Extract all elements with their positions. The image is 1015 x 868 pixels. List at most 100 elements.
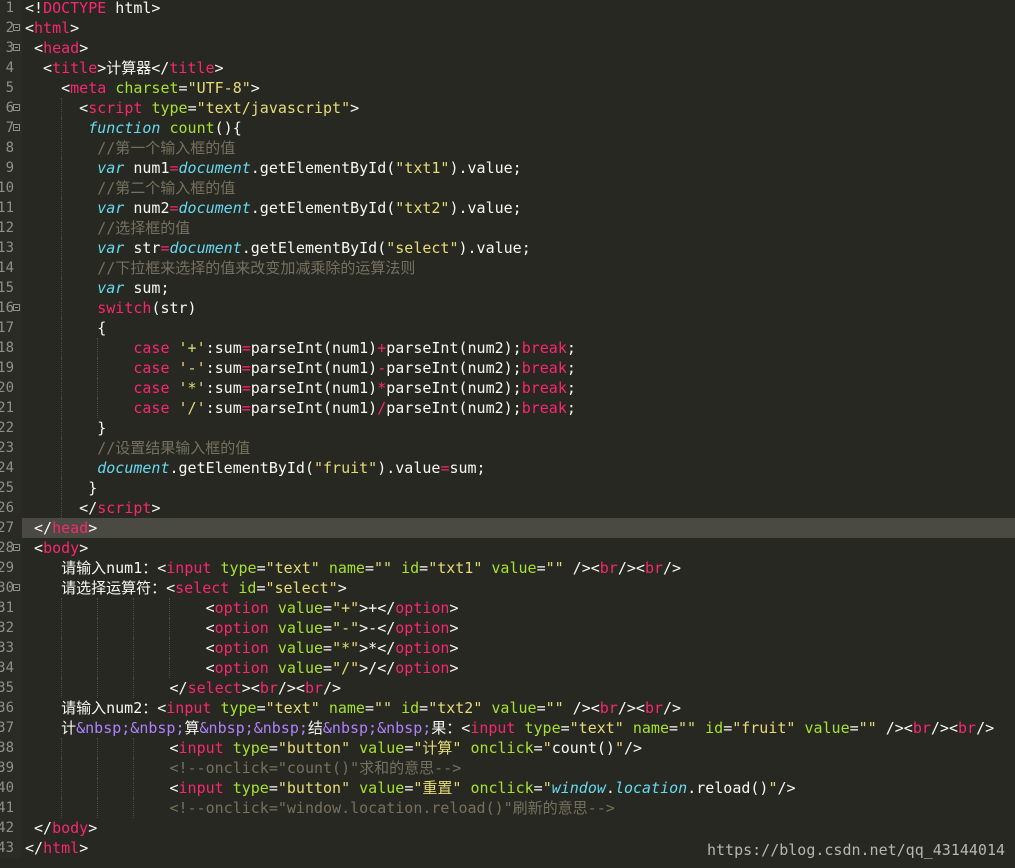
line-number: 16 bbox=[0, 300, 14, 316]
code-token: 请输入num1：< bbox=[25, 559, 167, 577]
code-line[interactable]: 36 请输入num2：<input type="text" name="" id… bbox=[0, 698, 1015, 718]
code-line[interactable]: 16 switch(str) bbox=[0, 298, 1015, 318]
fold-toggle-icon[interactable] bbox=[13, 104, 20, 111]
code-line[interactable]: 8 //第一个输入框的值 bbox=[0, 138, 1015, 158]
code-line[interactable]: 2 <html> bbox=[0, 18, 1015, 38]
indent-guide bbox=[61, 738, 63, 758]
line-number-gutter: 29 bbox=[0, 558, 22, 578]
code-token: = bbox=[533, 779, 543, 797]
code-line[interactable]: 30 请选择运算符：<select id="select"> bbox=[0, 578, 1015, 598]
fold-toggle-icon[interactable] bbox=[13, 304, 20, 311]
code-line[interactable]: 23 //设置结果输入框的值 bbox=[0, 438, 1015, 458]
code-line[interactable]: 34 <option value="/">/</option> bbox=[0, 658, 1015, 678]
code-token: input bbox=[166, 559, 212, 577]
code-token: &nbsp;&nbsp; bbox=[76, 719, 185, 737]
code-token: br bbox=[599, 559, 618, 577]
code-line[interactable]: 1 <!DOCTYPE html> bbox=[0, 0, 1015, 18]
code-text: <option value="+">+</option> bbox=[25, 598, 459, 618]
indent-guide bbox=[61, 258, 63, 278]
code-line[interactable]: 9 var num1=document.getElementById("txt1… bbox=[0, 158, 1015, 178]
code-line[interactable]: 33 <option value="*">*</option> bbox=[0, 638, 1015, 658]
code-line[interactable]: 18 case '+':sum=parseInt(num1)+parseInt(… bbox=[0, 338, 1015, 358]
code-line[interactable]: 6 <script type="text/javascript"> bbox=[0, 98, 1015, 118]
code-line[interactable]: 39 <!--onclick="count()"求和的意思--> bbox=[0, 758, 1015, 778]
code-line[interactable]: 20 case '*':sum=parseInt(num1)*parseInt(… bbox=[0, 378, 1015, 398]
code-line[interactable]: 37 计&nbsp;&nbsp;算&nbsp;&nbsp;结&nbsp;&nbs… bbox=[0, 718, 1015, 738]
code-token: "select" bbox=[265, 579, 338, 597]
code-line[interactable]: 15 var sum; bbox=[0, 278, 1015, 298]
code-editor[interactable]: 1 <!DOCTYPE html> 2 <html> 3 <head> 4 <title>… bbox=[0, 0, 1015, 858]
code-token: > bbox=[449, 639, 459, 657]
code-line[interactable]: 32 <option value="-">-</option> bbox=[0, 618, 1015, 638]
code-token: "UTF-8" bbox=[187, 79, 251, 97]
code-text: </body> bbox=[25, 818, 97, 838]
code-token: case bbox=[133, 399, 170, 417]
indent-guide bbox=[61, 98, 63, 118]
code-text: </head> bbox=[25, 518, 97, 538]
code-line[interactable]: 41 <!--onclick="window.location.reload()… bbox=[0, 798, 1015, 818]
code-token: "txt1" bbox=[395, 159, 450, 177]
code-token: title bbox=[52, 59, 98, 77]
code-line[interactable]: 14 //下拉框来选择的值来改变加减乘除的运算法则 bbox=[0, 258, 1015, 278]
line-number-gutter: 25 bbox=[0, 478, 22, 498]
code-text: var sum; bbox=[25, 278, 169, 298]
code-token: str bbox=[124, 239, 161, 257]
code-token: body bbox=[52, 819, 89, 837]
code-line[interactable]: 28 <body> bbox=[0, 538, 1015, 558]
code-line[interactable]: 17 { bbox=[0, 318, 1015, 338]
code-line[interactable]: 42 </body> bbox=[0, 818, 1015, 838]
code-token: option bbox=[214, 639, 269, 657]
code-line[interactable]: 3 <head> bbox=[0, 38, 1015, 58]
code-token: '+' bbox=[178, 339, 206, 357]
code-token: (){ bbox=[214, 119, 242, 137]
code-line[interactable]: 25 } bbox=[0, 478, 1015, 498]
code-token: = bbox=[404, 739, 414, 757]
line-number-gutter: 2 bbox=[0, 18, 22, 38]
code-line[interactable]: 5 <meta charset="UTF-8"> bbox=[0, 78, 1015, 98]
code-token: ; bbox=[566, 359, 576, 377]
fold-toggle-icon[interactable] bbox=[13, 24, 20, 31]
code-line[interactable]: 27 </head> bbox=[0, 518, 1015, 538]
code-token: .reload() bbox=[687, 779, 769, 797]
code-token: parseInt(num2); bbox=[386, 359, 522, 377]
code-line[interactable]: 26 </script> bbox=[0, 498, 1015, 518]
indent-guide bbox=[97, 658, 99, 678]
code-token: parseInt(num2); bbox=[386, 399, 522, 417]
code-token: </ bbox=[25, 519, 53, 537]
fold-toggle-icon[interactable] bbox=[13, 544, 20, 551]
code-line[interactable]: 13 var str=document.getElementById("sele… bbox=[0, 238, 1015, 258]
code-token: " bbox=[542, 779, 552, 797]
code-line[interactable]: 7 function count(){ bbox=[0, 118, 1015, 138]
code-line[interactable]: 24 document.getElementById("fruit").valu… bbox=[0, 458, 1015, 478]
code-line[interactable]: 35 </select><br/><br/> bbox=[0, 678, 1015, 698]
fold-toggle-icon[interactable] bbox=[13, 44, 20, 51]
code-line[interactable]: 12 //选择框的值 bbox=[0, 218, 1015, 238]
code-token: > bbox=[250, 79, 260, 97]
line-number-gutter: 28 bbox=[0, 538, 22, 558]
line-number-gutter: 32 bbox=[0, 618, 22, 638]
code-line[interactable]: 38 <input type="button" value="计算" oncli… bbox=[0, 738, 1015, 758]
line-number: 31 bbox=[0, 600, 14, 616]
fold-toggle-icon[interactable] bbox=[13, 124, 20, 131]
code-line[interactable]: 40 <input type="button" value="重置" oncli… bbox=[0, 778, 1015, 798]
line-number: 13 bbox=[0, 240, 14, 256]
code-line[interactable]: 29 请输入num1：<input type="text" name="" id… bbox=[0, 558, 1015, 578]
code-token: "fruit" bbox=[732, 719, 796, 737]
code-line[interactable]: 22 } bbox=[0, 418, 1015, 438]
code-token: ).value; bbox=[458, 239, 531, 257]
code-line[interactable]: 11 var num2=document.getElementById("txt… bbox=[0, 198, 1015, 218]
code-line[interactable]: 21 case '/':sum=parseInt(num1)/parseInt(… bbox=[0, 398, 1015, 418]
line-number: 33 bbox=[0, 640, 14, 656]
line-number-gutter: 33 bbox=[0, 638, 22, 658]
code-token: > bbox=[151, 499, 161, 517]
indent-guide bbox=[97, 378, 99, 398]
code-line[interactable]: 19 case '-':sum=parseInt(num1)-parseInt(… bbox=[0, 358, 1015, 378]
code-line[interactable]: 10 //第二个输入框的值 bbox=[0, 178, 1015, 198]
code-line[interactable]: 31 <option value="+">+</option> bbox=[0, 598, 1015, 618]
code-text: 计&nbsp;&nbsp;算&nbsp;&nbsp;结&nbsp;&nbsp;果… bbox=[25, 718, 994, 738]
code-token: document bbox=[178, 159, 251, 177]
fold-toggle-icon[interactable] bbox=[13, 584, 20, 591]
code-line[interactable]: 4 <title>计算器</title> bbox=[0, 58, 1015, 78]
